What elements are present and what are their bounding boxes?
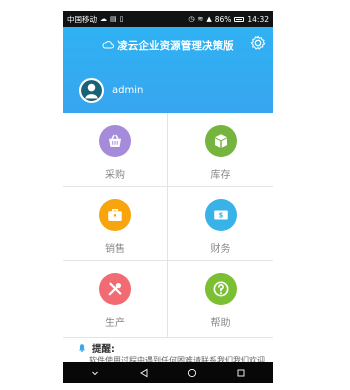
cloud-icon: [102, 41, 115, 49]
app-title: 凌云企业资源管理决策版: [117, 39, 234, 52]
battery-icon: [234, 16, 245, 22]
carrier-label: 中国移动: [67, 14, 97, 24]
notice-text: 软件使用过程中遇到任何困难请联系我们我们欢迎: [89, 356, 265, 362]
alarm-icon: ◷: [188, 14, 195, 23]
sales-icon-circle: [99, 199, 131, 231]
svg-text:$: $: [218, 212, 223, 220]
wechat-icon: ☁: [100, 14, 107, 23]
basket-icon: [109, 134, 121, 147]
status-right: ◷ ≋ ▲ 86% 14:32: [188, 15, 269, 24]
avatar-icon: [81, 80, 102, 101]
production-icon-circle: [99, 273, 131, 305]
tools-icon: [108, 282, 122, 296]
purchase-label: 采购: [105, 170, 125, 181]
wifi-icon: ≋: [197, 14, 204, 23]
android-navbar: [63, 362, 273, 383]
help-icon-circle: [204, 273, 237, 305]
purchase-icon-circle: [99, 125, 131, 157]
sim-icon: ▯: [119, 14, 124, 23]
status-bar: 中国移动 ☁ ▤ ▯ ◷ ≋ ▲ 86% 14:32: [63, 11, 273, 27]
nav-recents-button[interactable]: [233, 365, 249, 381]
gear-icon: [250, 35, 266, 50]
menu-grid: 采购 库存 销售 $ 财务 生产 帮助: [63, 113, 273, 338]
signal-icon: ▲: [206, 14, 212, 23]
bell-icon: [79, 344, 85, 353]
chevron-down-icon: [92, 371, 99, 375]
help-label: 帮助: [210, 318, 231, 329]
notice-header: 提醒:: [77, 341, 115, 355]
briefcase-icon: [108, 209, 122, 221]
status-left: 中国移动 ☁ ▤ ▯: [67, 14, 123, 25]
notice-panel: 提醒: 软件使用过程中遇到任何困难请联系我们我们欢迎: [63, 338, 273, 362]
notice-title: 提醒:: [92, 344, 115, 355]
menu-purchase[interactable]: 采购: [63, 113, 168, 187]
settings-button[interactable]: [250, 35, 266, 51]
nav-back-button[interactable]: [136, 365, 152, 381]
help-icon: [213, 281, 228, 297]
title-row: 凌云企业资源管理决策版: [63, 35, 273, 55]
menu-production[interactable]: 生产: [63, 261, 168, 338]
finance-label: 财务: [210, 244, 231, 255]
user-row[interactable]: admin: [79, 78, 143, 103]
username: admin: [112, 85, 144, 96]
app-header: 凌云企业资源管理决策版 admin: [63, 27, 273, 113]
battery-percent: 86%: [214, 14, 232, 24]
notification-icon: ▤: [110, 14, 117, 23]
menu-inventory[interactable]: 库存: [168, 113, 273, 187]
home-circle-icon: [188, 368, 197, 377]
box-icon: [214, 134, 227, 148]
recents-square-icon: [237, 369, 245, 376]
menu-finance[interactable]: $ 财务: [168, 187, 273, 261]
phone-screen: 中国移动 ☁ ▤ ▯ ◷ ≋ ▲ 86% 14:32 凌云企业资源管理决策版 a…: [63, 11, 273, 383]
nav-home-button[interactable]: [184, 365, 200, 381]
menu-help[interactable]: 帮助: [168, 261, 273, 338]
inventory-label: 库存: [210, 170, 231, 181]
clock: 14:32: [247, 14, 269, 24]
production-label: 生产: [105, 318, 125, 329]
sales-label: 销售: [105, 244, 125, 255]
money-icon: $: [213, 210, 228, 220]
finance-icon-circle: $: [204, 199, 237, 231]
inventory-icon-circle: [204, 125, 237, 157]
nav-collapse-button[interactable]: [87, 365, 103, 381]
back-triangle-icon: [139, 368, 148, 377]
avatar[interactable]: [79, 78, 104, 103]
menu-sales[interactable]: 销售: [63, 187, 168, 261]
